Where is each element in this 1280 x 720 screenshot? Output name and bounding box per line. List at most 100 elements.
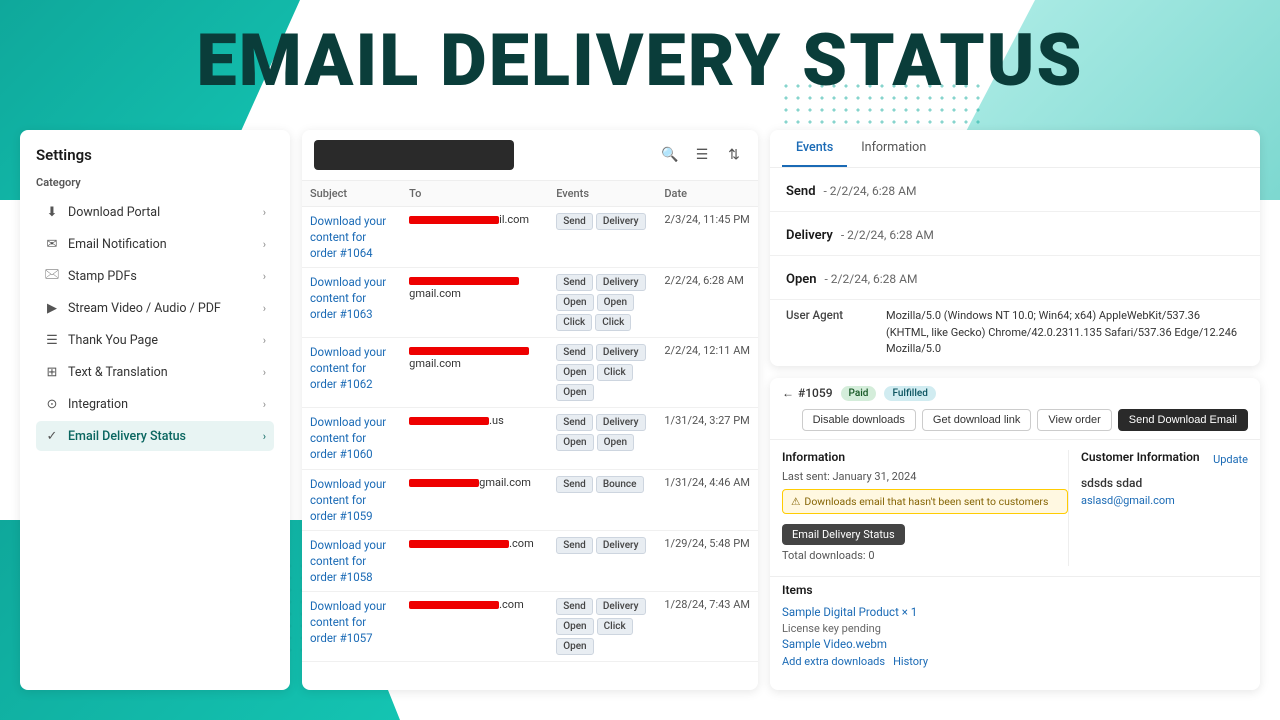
email-subject-link-0[interactable]: Download your content for order #1064 <box>310 213 393 261</box>
badge-delivery-2: Delivery <box>596 344 646 361</box>
cell-events-1: SendDeliveryOpenOpenClickClick <box>548 268 656 338</box>
event-open: Open - 2/2/24, 6:28 AM <box>770 256 1260 300</box>
back-arrow-icon: ← <box>782 386 794 400</box>
badge-open-6: Open <box>556 638 593 655</box>
table-row[interactable]: Download your content for order #1057 .c… <box>302 592 758 662</box>
cell-subject-4: Download your content for order #1059 <box>302 469 401 530</box>
sidebar-item-text-translation[interactable]: ⊞ Text & Translation › <box>36 357 274 387</box>
badge-paid: Paid <box>841 386 877 401</box>
badge-send-1: Send <box>556 274 593 291</box>
badge-open-3: Open <box>556 434 593 451</box>
badge-click-2: Click <box>597 364 633 381</box>
redacted-email-3 <box>409 417 489 425</box>
chevron-icon-thank-you-page: › <box>263 334 266 347</box>
add-extra-downloads-link[interactable]: Add extra downloads <box>782 655 885 668</box>
badge-open-3: Open <box>597 434 634 451</box>
page-title: EMAIL DELIVERY STATUS <box>0 18 1280 103</box>
chevron-icon-email-delivery-status: › <box>263 430 266 443</box>
customer-name: sdsds sdad <box>1081 476 1248 490</box>
settings-title: Settings <box>36 146 274 164</box>
event-delivery-label: Delivery <box>786 228 833 243</box>
badge-bounce-4: Bounce <box>596 476 644 493</box>
tab-information[interactable]: Information <box>847 130 940 167</box>
order-info: Information Last sent: January 31, 2024 … <box>782 450 1068 566</box>
chevron-icon-stream-video: › <box>263 302 266 315</box>
events-tabs: Events Information <box>770 130 1260 168</box>
chevron-icon-integration: › <box>263 398 266 411</box>
menu-icon-thank-you-page: ☰ <box>44 332 60 348</box>
tab-events[interactable]: Events <box>782 130 847 167</box>
sidebar-item-download-portal[interactable]: ⬇ Download Portal › <box>36 197 274 227</box>
send-download-email-btn[interactable]: Send Download Email <box>1118 409 1248 431</box>
menu-icon-email-notification: ✉ <box>44 236 60 252</box>
cell-subject-6: Download your content for order #1057 <box>302 592 401 662</box>
customer-email[interactable]: aslasd@gmail.com <box>1081 494 1248 507</box>
cell-subject-0: Download your content for order #1064 <box>302 207 401 268</box>
menu-label-integration: Integration <box>68 397 128 412</box>
search-bar-dark[interactable] <box>314 140 514 170</box>
sort-icon[interactable]: ⇅ <box>722 143 746 167</box>
col-date: Date <box>656 181 758 207</box>
cell-date-0: 2/3/24, 11:45 PM <box>656 207 758 268</box>
chevron-icon-email-notification: › <box>263 238 266 251</box>
email-subject-link-4[interactable]: Download your content for order #1059 <box>310 476 393 524</box>
event-delivery-time: - 2/2/24, 6:28 AM <box>841 228 934 242</box>
email-subject-link-2[interactable]: Download your content for order #1062 <box>310 344 393 392</box>
item-file-link[interactable]: Sample Video.webm <box>782 637 887 651</box>
badge-delivery-0: Delivery <box>596 213 646 230</box>
event-open-time: - 2/2/24, 6:28 AM <box>825 272 918 286</box>
redacted-email-4 <box>409 479 479 487</box>
filter-icon[interactable]: ☰ <box>690 143 714 167</box>
email-subject-link-1[interactable]: Download your content for order #1063 <box>310 274 393 322</box>
cell-events-3: SendDeliveryOpenOpen <box>548 408 656 469</box>
cell-date-4: 1/31/24, 4:46 AM <box>656 469 758 530</box>
menu-icon-download-portal: ⬇ <box>44 204 60 220</box>
sidebar-item-stamp-pdfs[interactable]: 🖂 Stamp PDFs › <box>36 261 274 291</box>
order-back[interactable]: ← #1059 <box>782 386 833 400</box>
event-open-label: Open <box>786 272 817 287</box>
warning-icon: ⚠ <box>791 495 800 508</box>
email-subject-link-3[interactable]: Download your content for order #1060 <box>310 414 393 462</box>
cell-date-6: 1/28/24, 7:43 AM <box>656 592 758 662</box>
table-row[interactable]: Download your content for order #1063 gm… <box>302 268 758 338</box>
sidebar-item-email-delivery-status[interactable]: ✓ Email Delivery Status › <box>36 421 274 451</box>
sidebar-item-stream-video[interactable]: ▶ Stream Video / Audio / PDF › <box>36 293 274 323</box>
redacted-email-0 <box>409 216 499 224</box>
sidebar-item-thank-you-page[interactable]: ☰ Thank You Page › <box>36 325 274 355</box>
sidebar-item-email-notification[interactable]: ✉ Email Notification › <box>36 229 274 259</box>
menu-label-download-portal: Download Portal <box>68 205 160 220</box>
event-send-time: - 2/2/24, 6:28 AM <box>823 184 916 198</box>
cell-subject-2: Download your content for order #1062 <box>302 338 401 408</box>
user-agent-label: User Agent <box>786 308 886 358</box>
item-name[interactable]: Sample Digital Product × 1 <box>782 605 917 619</box>
order-body: Information Last sent: January 31, 2024 … <box>770 440 1260 576</box>
table-row[interactable]: Download your content for order #1060 .u… <box>302 408 758 469</box>
settings-panel: Settings Category ⬇ Download Portal › ✉ … <box>20 130 290 690</box>
menu-label-text-translation: Text & Translation <box>68 365 168 380</box>
cell-to-0: il.com <box>401 207 548 268</box>
menu-list: ⬇ Download Portal › ✉ Email Notification… <box>36 197 274 451</box>
license-key: License key pending <box>782 622 1248 635</box>
sidebar-item-integration[interactable]: ⊙ Integration › <box>36 389 274 419</box>
email-subject-link-6[interactable]: Download your content for order #1057 <box>310 598 393 646</box>
email-subject-link-5[interactable]: Download your content for order #1058 <box>310 537 393 585</box>
badge-send-4: Send <box>556 476 593 493</box>
search-icon[interactable]: 🔍 <box>658 143 682 167</box>
badge-delivery-3: Delivery <box>596 414 646 431</box>
get-download-link-btn[interactable]: Get download link <box>922 409 1031 431</box>
view-order-btn[interactable]: View order <box>1037 409 1111 431</box>
table-row[interactable]: Download your content for order #1059 gm… <box>302 469 758 530</box>
history-link[interactable]: History <box>893 655 928 668</box>
email-delivery-status-btn[interactable]: Email Delivery Status <box>782 524 905 545</box>
badge-delivery-6: Delivery <box>596 598 646 615</box>
table-row[interactable]: Download your content for order #1064 il… <box>302 207 758 268</box>
customer-header: Customer Information Update <box>1081 450 1248 470</box>
table-row[interactable]: Download your content for order #1058 .c… <box>302 530 758 591</box>
table-row[interactable]: Download your content for order #1062 gm… <box>302 338 758 408</box>
email-panel: 🔍 ☰ ⇅ Subject To Events Date <box>302 130 758 690</box>
right-panel: Events Information Send - 2/2/24, 6:28 A… <box>770 130 1260 690</box>
badge-send-5: Send <box>556 537 593 554</box>
update-link[interactable]: Update <box>1213 453 1248 466</box>
disable-downloads-btn[interactable]: Disable downloads <box>802 409 916 431</box>
info-section-title: Information <box>782 450 1068 464</box>
